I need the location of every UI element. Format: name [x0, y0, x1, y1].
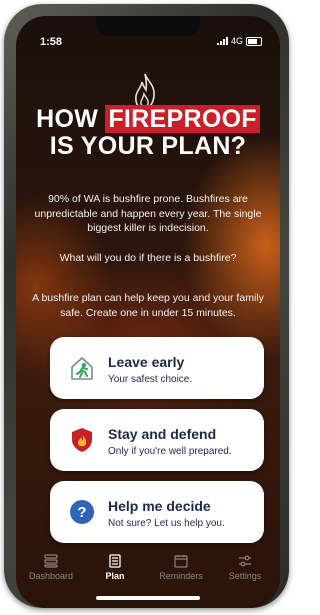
status-indicators: 4G — [216, 36, 262, 46]
phone-frame: 1:58 4G HOW FIREPROOF IS YOUR PLAN? 90% … — [4, 4, 289, 608]
battery-icon — [246, 36, 262, 46]
status-bar: 1:58 4G — [16, 16, 280, 48]
home-indicator[interactable] — [96, 596, 200, 600]
question-paragraph: What will you do if there is a bushfire? — [59, 252, 237, 264]
card-subtitle: Only if you're well prepared. — [108, 446, 232, 457]
card-title: Leave early — [108, 354, 185, 370]
house-exit-icon — [71, 357, 93, 380]
signal-icon — [216, 37, 228, 45]
calendar-icon — [174, 555, 188, 568]
tab-settings[interactable]: Settings — [212, 554, 278, 581]
plan-paragraph: A bushfire plan can help keep you and yo… — [32, 292, 264, 319]
plan-icon — [109, 554, 121, 568]
tab-dashboard[interactable]: Dashboard — [18, 554, 84, 581]
card-subtitle: Your safest choice. — [108, 374, 193, 385]
card-title: Help me decide — [108, 498, 211, 514]
sliders-icon — [239, 555, 251, 567]
card-title: Stay and defend — [108, 426, 217, 442]
title-prefix: HOW — [36, 105, 106, 133]
title-highlight: FIREPROOF — [105, 105, 260, 133]
help-me-decide-card[interactable]: ? Help me decide Not sure? Let us help y… — [50, 481, 264, 543]
app-screen: 1:58 4G HOW FIREPROOF IS YOUR PLAN? 90% … — [16, 16, 280, 608]
question-icon: ? — [70, 500, 94, 524]
tab-label: Dashboard — [28, 571, 74, 581]
network-type: 4G — [230, 36, 243, 46]
svg-text:?: ? — [77, 504, 86, 521]
card-subtitle: Not sure? Let us help you. — [108, 518, 225, 529]
tab-reminders[interactable]: Reminders — [148, 554, 214, 581]
tab-label: Reminders — [159, 571, 203, 581]
status-time: 1:58 — [40, 36, 63, 48]
shield-flame-icon — [72, 428, 92, 452]
tab-plan[interactable]: Plan — [82, 554, 148, 581]
tab-label: Settings — [228, 571, 262, 581]
tab-label: Plan — [105, 571, 125, 581]
dashboard-icon — [44, 554, 58, 568]
stay-and-defend-card[interactable]: Stay and defend Only if you're well prep… — [50, 409, 264, 471]
page-title: HOW FIREPROOF IS YOUR PLAN? — [16, 105, 280, 160]
intro-paragraph: 90% of WA is bushfire prone. Bushfires a… — [34, 193, 262, 234]
title-line-2: IS YOUR PLAN? — [49, 132, 247, 160]
leave-early-card[interactable]: Leave early Your safest choice. — [50, 337, 264, 399]
